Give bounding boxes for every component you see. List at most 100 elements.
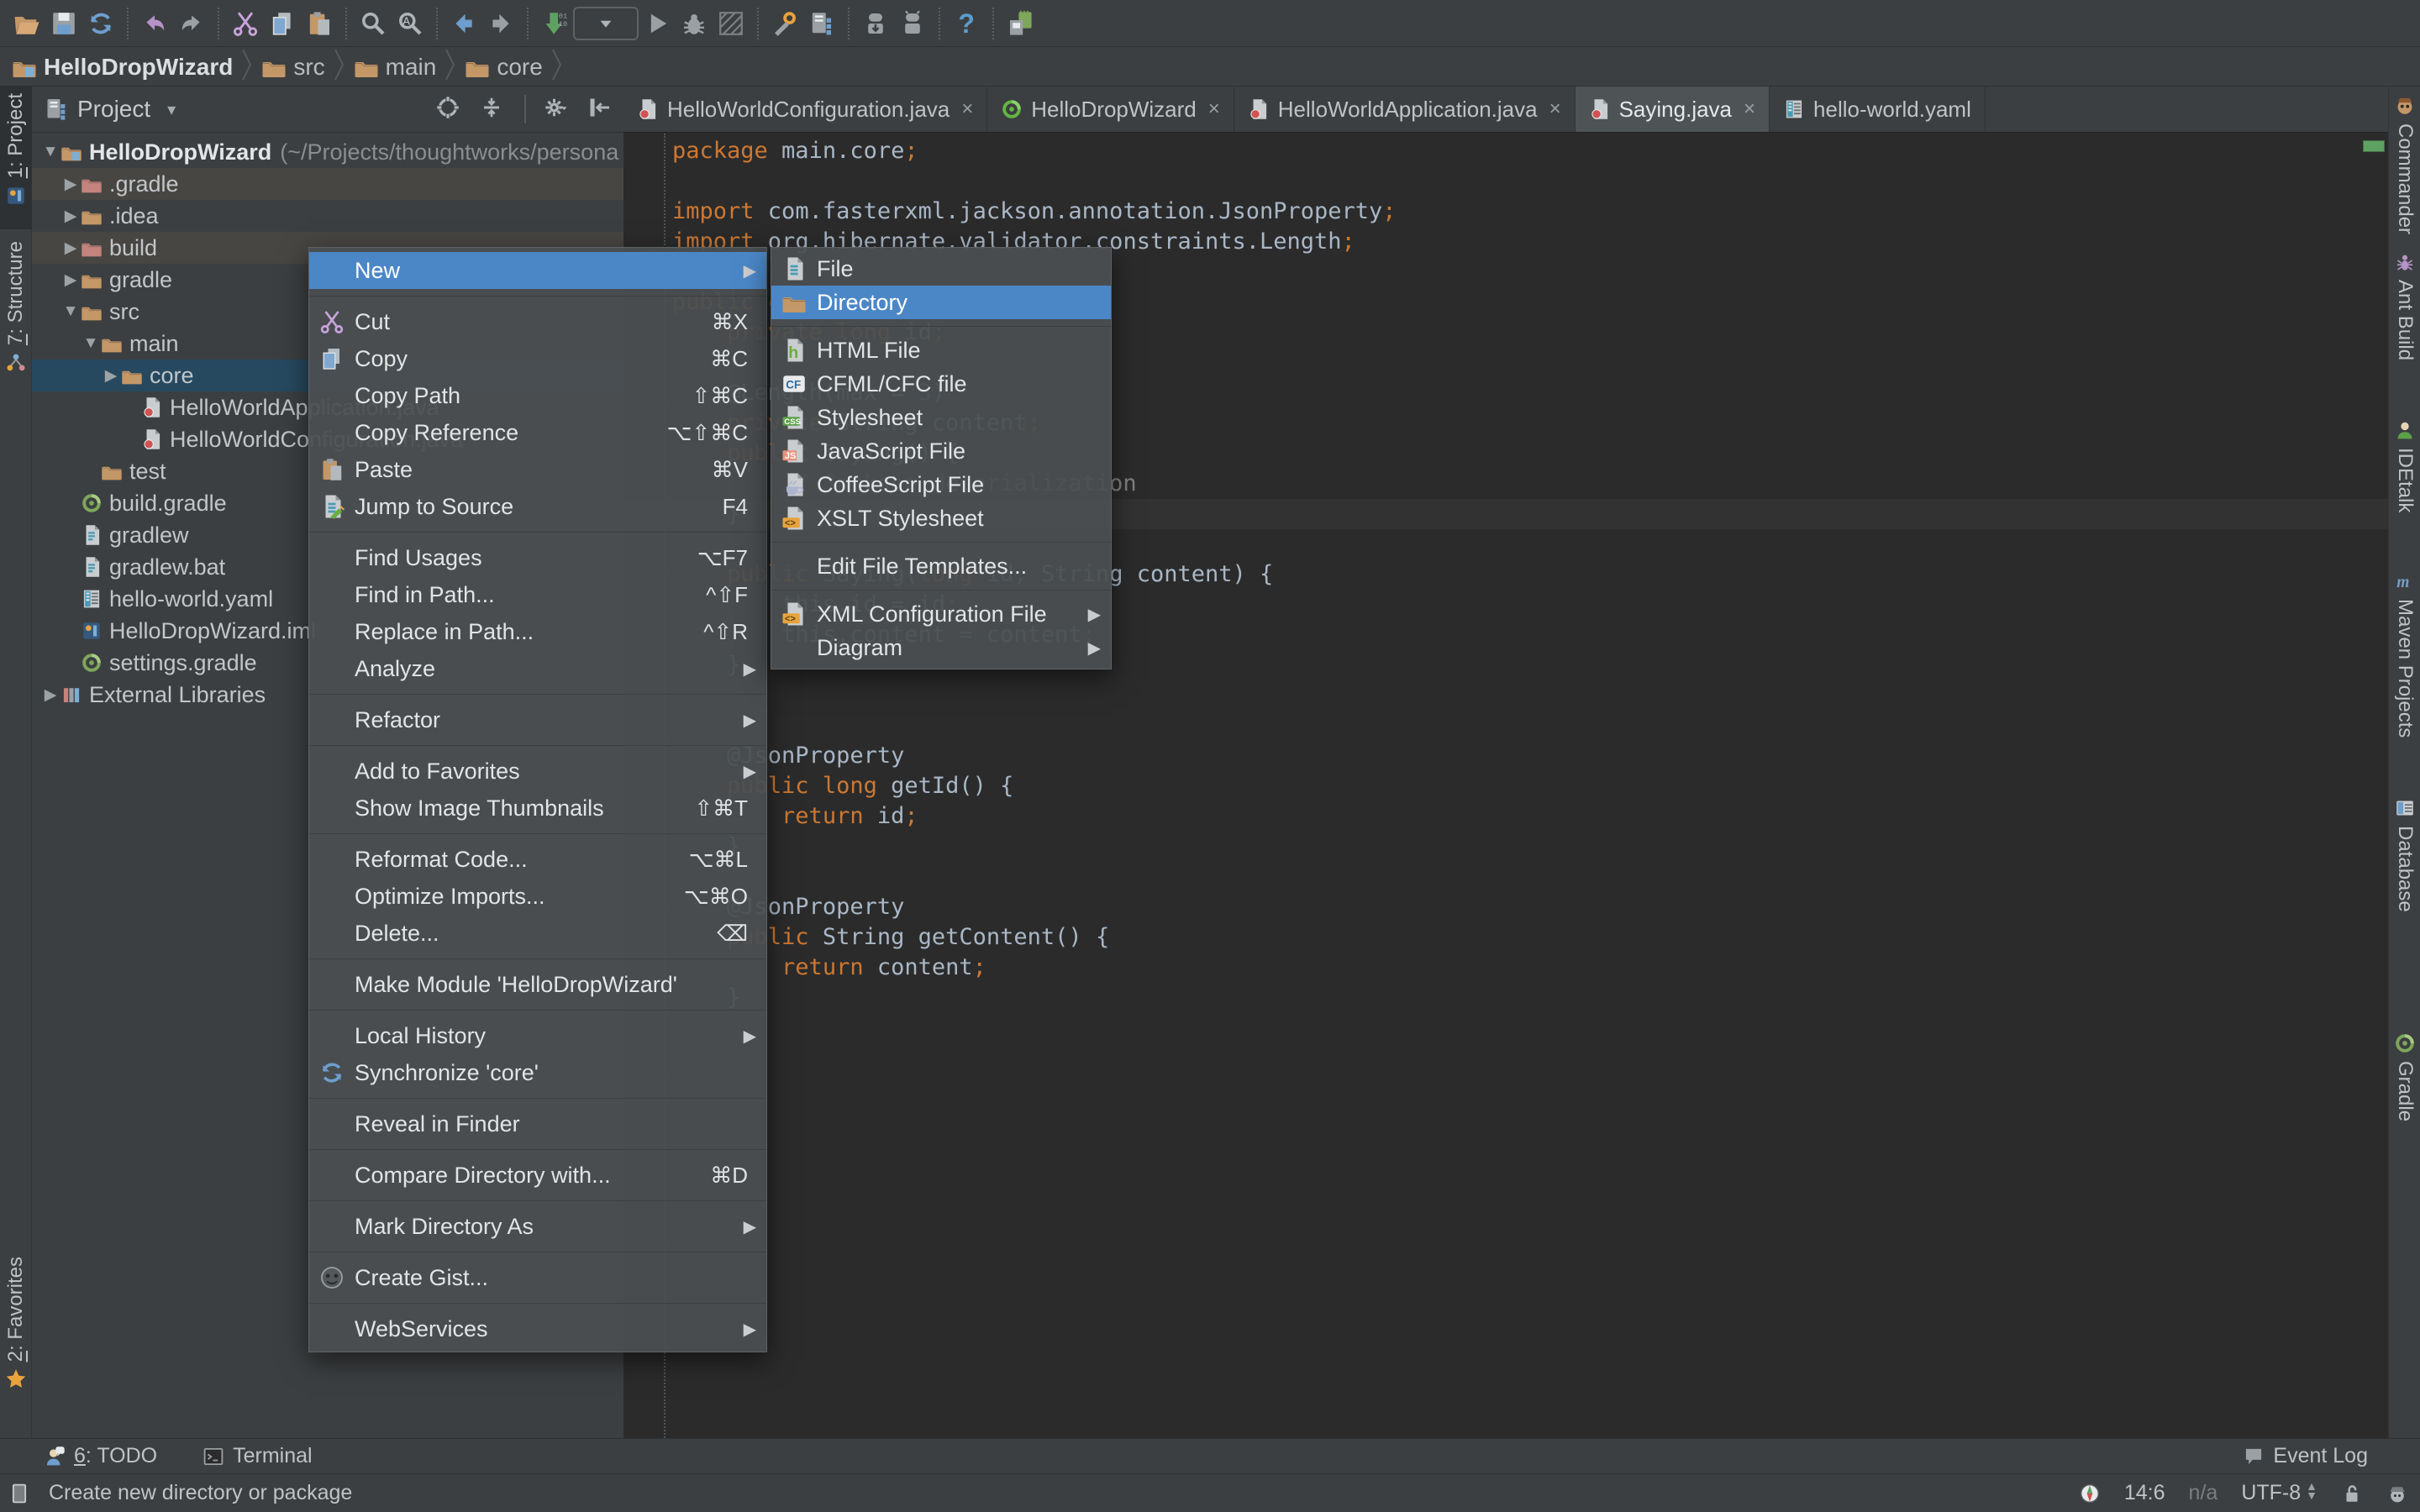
tree-expand-arrow[interactable]: ▶ bbox=[60, 207, 81, 226]
toolbar-copy-button[interactable] bbox=[264, 5, 301, 42]
menu-item-Local History[interactable]: Local History ▶ bbox=[309, 1017, 766, 1054]
tool-stripe-7-structure[interactable]: 7: Structure bbox=[0, 234, 32, 386]
tree-expand-arrow[interactable]: ▶ bbox=[60, 175, 81, 194]
toolbar-back-button[interactable] bbox=[445, 5, 482, 42]
panel-locate-button[interactable] bbox=[435, 95, 464, 123]
panel-settings-gear-button[interactable] bbox=[543, 95, 571, 123]
menu-item-Make Module 'HelloDropWizard'[interactable]: Make Module 'HelloDropWizard' bbox=[309, 966, 766, 1003]
tree-expand-arrow[interactable]: ▶ bbox=[101, 366, 121, 386]
menu-item-Add to Favorites[interactable]: Add to Favorites ▶ bbox=[309, 753, 766, 790]
tree-expand-arrow[interactable]: ▶ bbox=[40, 685, 60, 705]
tree-item-HelloDropWizard[interactable]: ▼ HelloDropWizard (~/Projects/thoughtwork… bbox=[32, 136, 623, 168]
tree-item-.gradle[interactable]: ▶ .gradle bbox=[32, 168, 623, 200]
menu-item-Reveal in Finder[interactable]: Reveal in Finder bbox=[309, 1105, 766, 1142]
tab-close-icon[interactable]: × bbox=[1744, 97, 1755, 121]
menu-item-WebServices[interactable]: WebServices ▶ bbox=[309, 1310, 766, 1347]
tool-stripe-commander[interactable]: Commander bbox=[2389, 88, 2420, 241]
menu-item-Replace in Path...[interactable]: Replace in Path... ^⇧R bbox=[309, 613, 766, 650]
breadcrumb-item-src[interactable]: src bbox=[261, 54, 325, 81]
editor-tab-HelloDropWizard[interactable]: HelloDropWizard × bbox=[987, 87, 1234, 132]
tree-expand-arrow[interactable]: ▼ bbox=[60, 302, 81, 321]
lock-icon[interactable] bbox=[2341, 1483, 2363, 1504]
inspection-profile-icon[interactable] bbox=[2079, 1483, 2101, 1504]
tool-window-tab-6-todo[interactable]: 6: TODO bbox=[44, 1444, 157, 1468]
menu-item-Reformat Code...[interactable]: Reformat Code... ⌥⌘L bbox=[309, 841, 766, 878]
menu-item-File[interactable]: File bbox=[771, 252, 1111, 286]
toolbar-redo-button[interactable] bbox=[173, 5, 210, 42]
toolbar-forward-button[interactable] bbox=[482, 5, 519, 42]
toolbar-find-button[interactable] bbox=[355, 5, 392, 42]
tool-window-switcher-icon[interactable] bbox=[8, 1483, 30, 1504]
editor-tab-Saying.java[interactable]: Saying.java × bbox=[1575, 87, 1770, 132]
menu-item-Stylesheet[interactable]: CSS Stylesheet bbox=[771, 401, 1111, 434]
project-panel-title[interactable]: Project ▾ bbox=[44, 96, 176, 123]
menu-item-Delete...[interactable]: Delete... ⌫ bbox=[309, 915, 766, 952]
file-encoding[interactable]: UTF-8 ▲ ▼ bbox=[2241, 1480, 2317, 1505]
toolbar-paste-button[interactable] bbox=[301, 5, 338, 42]
toolbar-compile-button[interactable]: 01 10 bbox=[536, 5, 573, 42]
inspection-status-square[interactable] bbox=[2363, 140, 2385, 152]
menu-item-Jump to Source[interactable]: Jump to Source F4 bbox=[309, 488, 766, 525]
menu-item-Copy Path[interactable]: Copy Path ⇧⌘C bbox=[309, 377, 766, 414]
menu-item-Synchronize 'core'[interactable]: Synchronize 'core' bbox=[309, 1054, 766, 1091]
panel-hide-panel-button[interactable] bbox=[587, 95, 615, 123]
editor-tab-hello-world.yaml[interactable]: hello-world.yaml bbox=[1770, 87, 1986, 132]
tool-stripe-2-favorites[interactable]: 2: Favorites bbox=[0, 1250, 32, 1410]
breadcrumb-item-core[interactable]: core bbox=[465, 54, 543, 81]
menu-item-XSLT Stylesheet[interactable]: <> XSLT Stylesheet bbox=[771, 501, 1111, 535]
toolbar-project-structure-button[interactable] bbox=[803, 5, 840, 42]
tree-expand-arrow[interactable]: ▶ bbox=[60, 270, 81, 290]
menu-item-Paste[interactable]: Paste ⌘V bbox=[309, 451, 766, 488]
tab-close-icon[interactable]: × bbox=[1208, 97, 1220, 121]
menu-item-New[interactable]: New ▶ bbox=[309, 252, 766, 289]
menu-item-Refactor[interactable]: Refactor ▶ bbox=[309, 701, 766, 738]
tab-close-icon[interactable]: × bbox=[1549, 97, 1561, 121]
toolbar-sdk-manager-button[interactable] bbox=[857, 5, 894, 42]
event-log-button[interactable]: Event Log bbox=[2243, 1444, 2420, 1468]
menu-item-CFML/CFC file[interactable]: CF CFML/CFC file bbox=[771, 367, 1111, 401]
menu-item-Find Usages[interactable]: Find Usages ⌥F7 bbox=[309, 539, 766, 576]
tool-stripe-gradle[interactable]: Gradle bbox=[2389, 1026, 2420, 1128]
menu-item-Create Gist...[interactable]: Create Gist... bbox=[309, 1259, 766, 1296]
tool-stripe-database[interactable]: Database bbox=[2389, 790, 2420, 919]
menu-item-Compare Directory with...[interactable]: Compare Directory with... ⌘D bbox=[309, 1157, 766, 1194]
menu-item-HTML File[interactable]: h HTML File bbox=[771, 333, 1111, 367]
menu-item-Edit File Templates...[interactable]: Edit File Templates... bbox=[771, 549, 1111, 583]
menu-item-XML Configuration File[interactable]: <> XML Configuration File ▶ bbox=[771, 597, 1111, 631]
menu-item-Diagram[interactable]: Diagram ▶ bbox=[771, 631, 1111, 664]
tool-stripe-maven-projects[interactable]: m Maven Projects bbox=[2389, 564, 2420, 744]
tree-expand-arrow[interactable]: ▶ bbox=[60, 239, 81, 258]
panel-collapse-all-button[interactable] bbox=[479, 95, 508, 123]
toolbar-replace-button[interactable]: A bbox=[392, 5, 429, 42]
toolbar-help-button[interactable]: ? bbox=[948, 5, 985, 42]
toolbar-save-button[interactable] bbox=[45, 5, 82, 42]
menu-item-JavaScript File[interactable]: JS JavaScript File bbox=[771, 434, 1111, 468]
tree-expand-arrow[interactable]: ▼ bbox=[81, 334, 101, 353]
menu-item-Show Image Thumbnails[interactable]: Show Image Thumbnails ⇧⌘T bbox=[309, 790, 766, 827]
breadcrumb-item-main[interactable]: main bbox=[354, 54, 436, 81]
hector-inspector-icon[interactable] bbox=[2386, 1483, 2408, 1504]
toolbar-sync-button[interactable] bbox=[82, 5, 119, 42]
toolbar-run-config-select-button[interactable] bbox=[573, 6, 639, 40]
menu-item-Cut[interactable]: Cut ⌘X bbox=[309, 303, 766, 340]
menu-item-Copy Reference[interactable]: Copy Reference ⌥⇧⌘C bbox=[309, 414, 766, 451]
tree-expand-arrow[interactable]: ▼ bbox=[40, 143, 60, 161]
tool-stripe-1-project[interactable]: 1: Project bbox=[0, 87, 32, 229]
menu-item-Copy[interactable]: Copy ⌘C bbox=[309, 340, 766, 377]
tool-window-tab-terminal[interactable]: Terminal bbox=[203, 1444, 313, 1468]
tool-stripe-ant-build[interactable]: Ant Build bbox=[2389, 244, 2420, 367]
toolbar-debug-button[interactable] bbox=[676, 5, 713, 42]
editor-tab-HelloWorldConfiguration.java[interactable]: HelloWorldConfiguration.java × bbox=[623, 87, 988, 132]
menu-item-Mark Directory As[interactable]: Mark Directory As ▶ bbox=[309, 1208, 766, 1245]
tool-stripe-idetalk[interactable]: IDEtalk bbox=[2389, 412, 2420, 519]
menu-item-Optimize Imports...[interactable]: Optimize Imports... ⌥⌘O bbox=[309, 878, 766, 915]
toolbar-avd-manager-button[interactable] bbox=[894, 5, 931, 42]
menu-item-CoffeeScript File[interactable]: CoffeeScript File bbox=[771, 468, 1111, 501]
tab-close-icon[interactable]: × bbox=[961, 97, 973, 121]
menu-item-Find in Path...[interactable]: Find in Path... ^⇧F bbox=[309, 576, 766, 613]
toolbar-attach-debugger-button[interactable] bbox=[1002, 5, 1039, 42]
toolbar-cut-button[interactable] bbox=[227, 5, 264, 42]
breadcrumb-item-HelloDropWizard[interactable]: HelloDropWizard bbox=[12, 54, 233, 81]
editor-tab-HelloWorldApplication.java[interactable]: HelloWorldApplication.java × bbox=[1234, 87, 1576, 132]
menu-item-Analyze[interactable]: Analyze ▶ bbox=[309, 650, 766, 687]
